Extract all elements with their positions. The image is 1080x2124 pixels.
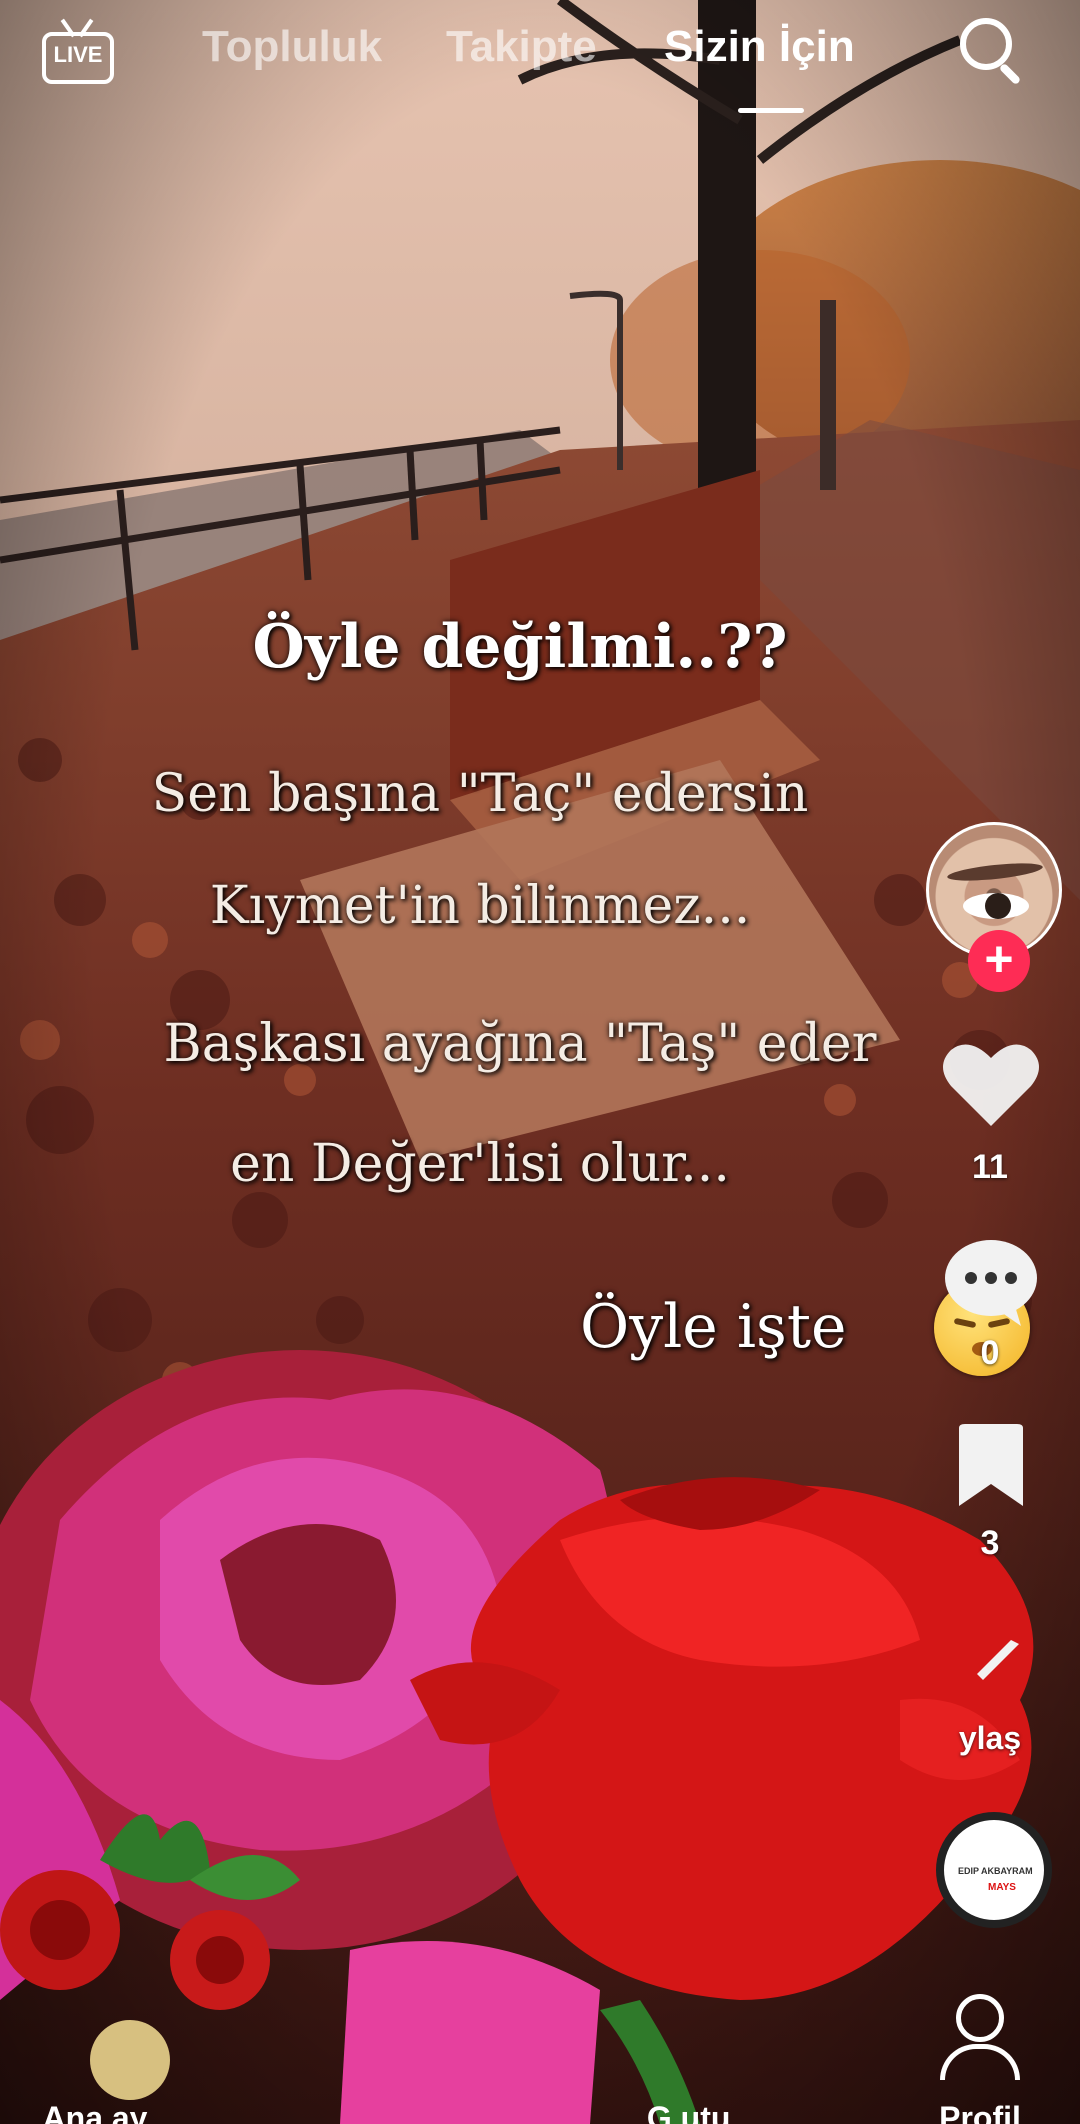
music-disc-text-2: MAYS (988, 1882, 1016, 1893)
nav-profile-label: Profil (939, 2100, 1021, 2124)
like-count: 11 (972, 1148, 1008, 1186)
heart-icon (943, 1044, 1039, 1126)
nav-inbox[interactable]: G utu... (612, 1970, 792, 2124)
overlay-line-1: Sen başına "Taç" edersin (151, 764, 809, 824)
share-arrow-icon (977, 1640, 1019, 1680)
avatar-iris (985, 893, 1011, 919)
music-disc[interactable]: EDIP AKBAYRAM MAYS (936, 1812, 1052, 1928)
overlay-line-4: en Değer'lisi olur... (230, 1134, 730, 1194)
like-button[interactable] (936, 1040, 1046, 1130)
tab-topluluk[interactable]: Topluluk (202, 22, 382, 72)
avatar-brow (946, 860, 1044, 884)
nav-inbox-label: G utu... (646, 2100, 758, 2124)
share-button[interactable] (936, 1640, 1046, 1680)
overlay-closing: Öyle işte (580, 1292, 847, 1362)
follow-button[interactable]: + (968, 930, 1030, 992)
comment-count: 0 (980, 1334, 1000, 1372)
share-label: ylaş (958, 1720, 1022, 1756)
live-label: LIVE (53, 42, 103, 67)
bookmark-button[interactable] (936, 1424, 1046, 1510)
music-disc-text: EDIP AKBAYRAM (958, 1866, 1033, 1876)
tab-takipte[interactable]: Takipte (446, 22, 597, 72)
bookmark-count: 3 (980, 1524, 1000, 1562)
nav-profile[interactable]: Profil (900, 1970, 1060, 2124)
bottom-nav: Ana ay G utu... Profil (0, 1970, 1080, 2124)
comment-button[interactable] (936, 1236, 1046, 1326)
profile-icon-body (940, 2044, 1020, 2080)
comment-bubble-icon (945, 1240, 1037, 1326)
live-button[interactable]: LIVE (42, 18, 114, 84)
overlay-line-2: Kıymet'in bilinmez... (209, 876, 751, 936)
action-rail: + 11 0 3 ylaş EDIP AKBAYRAM MAYS (900, 0, 1080, 2124)
profile-icon (956, 1994, 1004, 2042)
bookmark-icon (959, 1424, 1023, 1506)
active-tab-indicator (738, 108, 804, 113)
tab-sizin-icin[interactable]: Sizin İçin (664, 22, 855, 72)
nav-home[interactable]: Ana ay (20, 1970, 170, 2124)
nav-home-label: Ana ay (42, 2100, 148, 2124)
